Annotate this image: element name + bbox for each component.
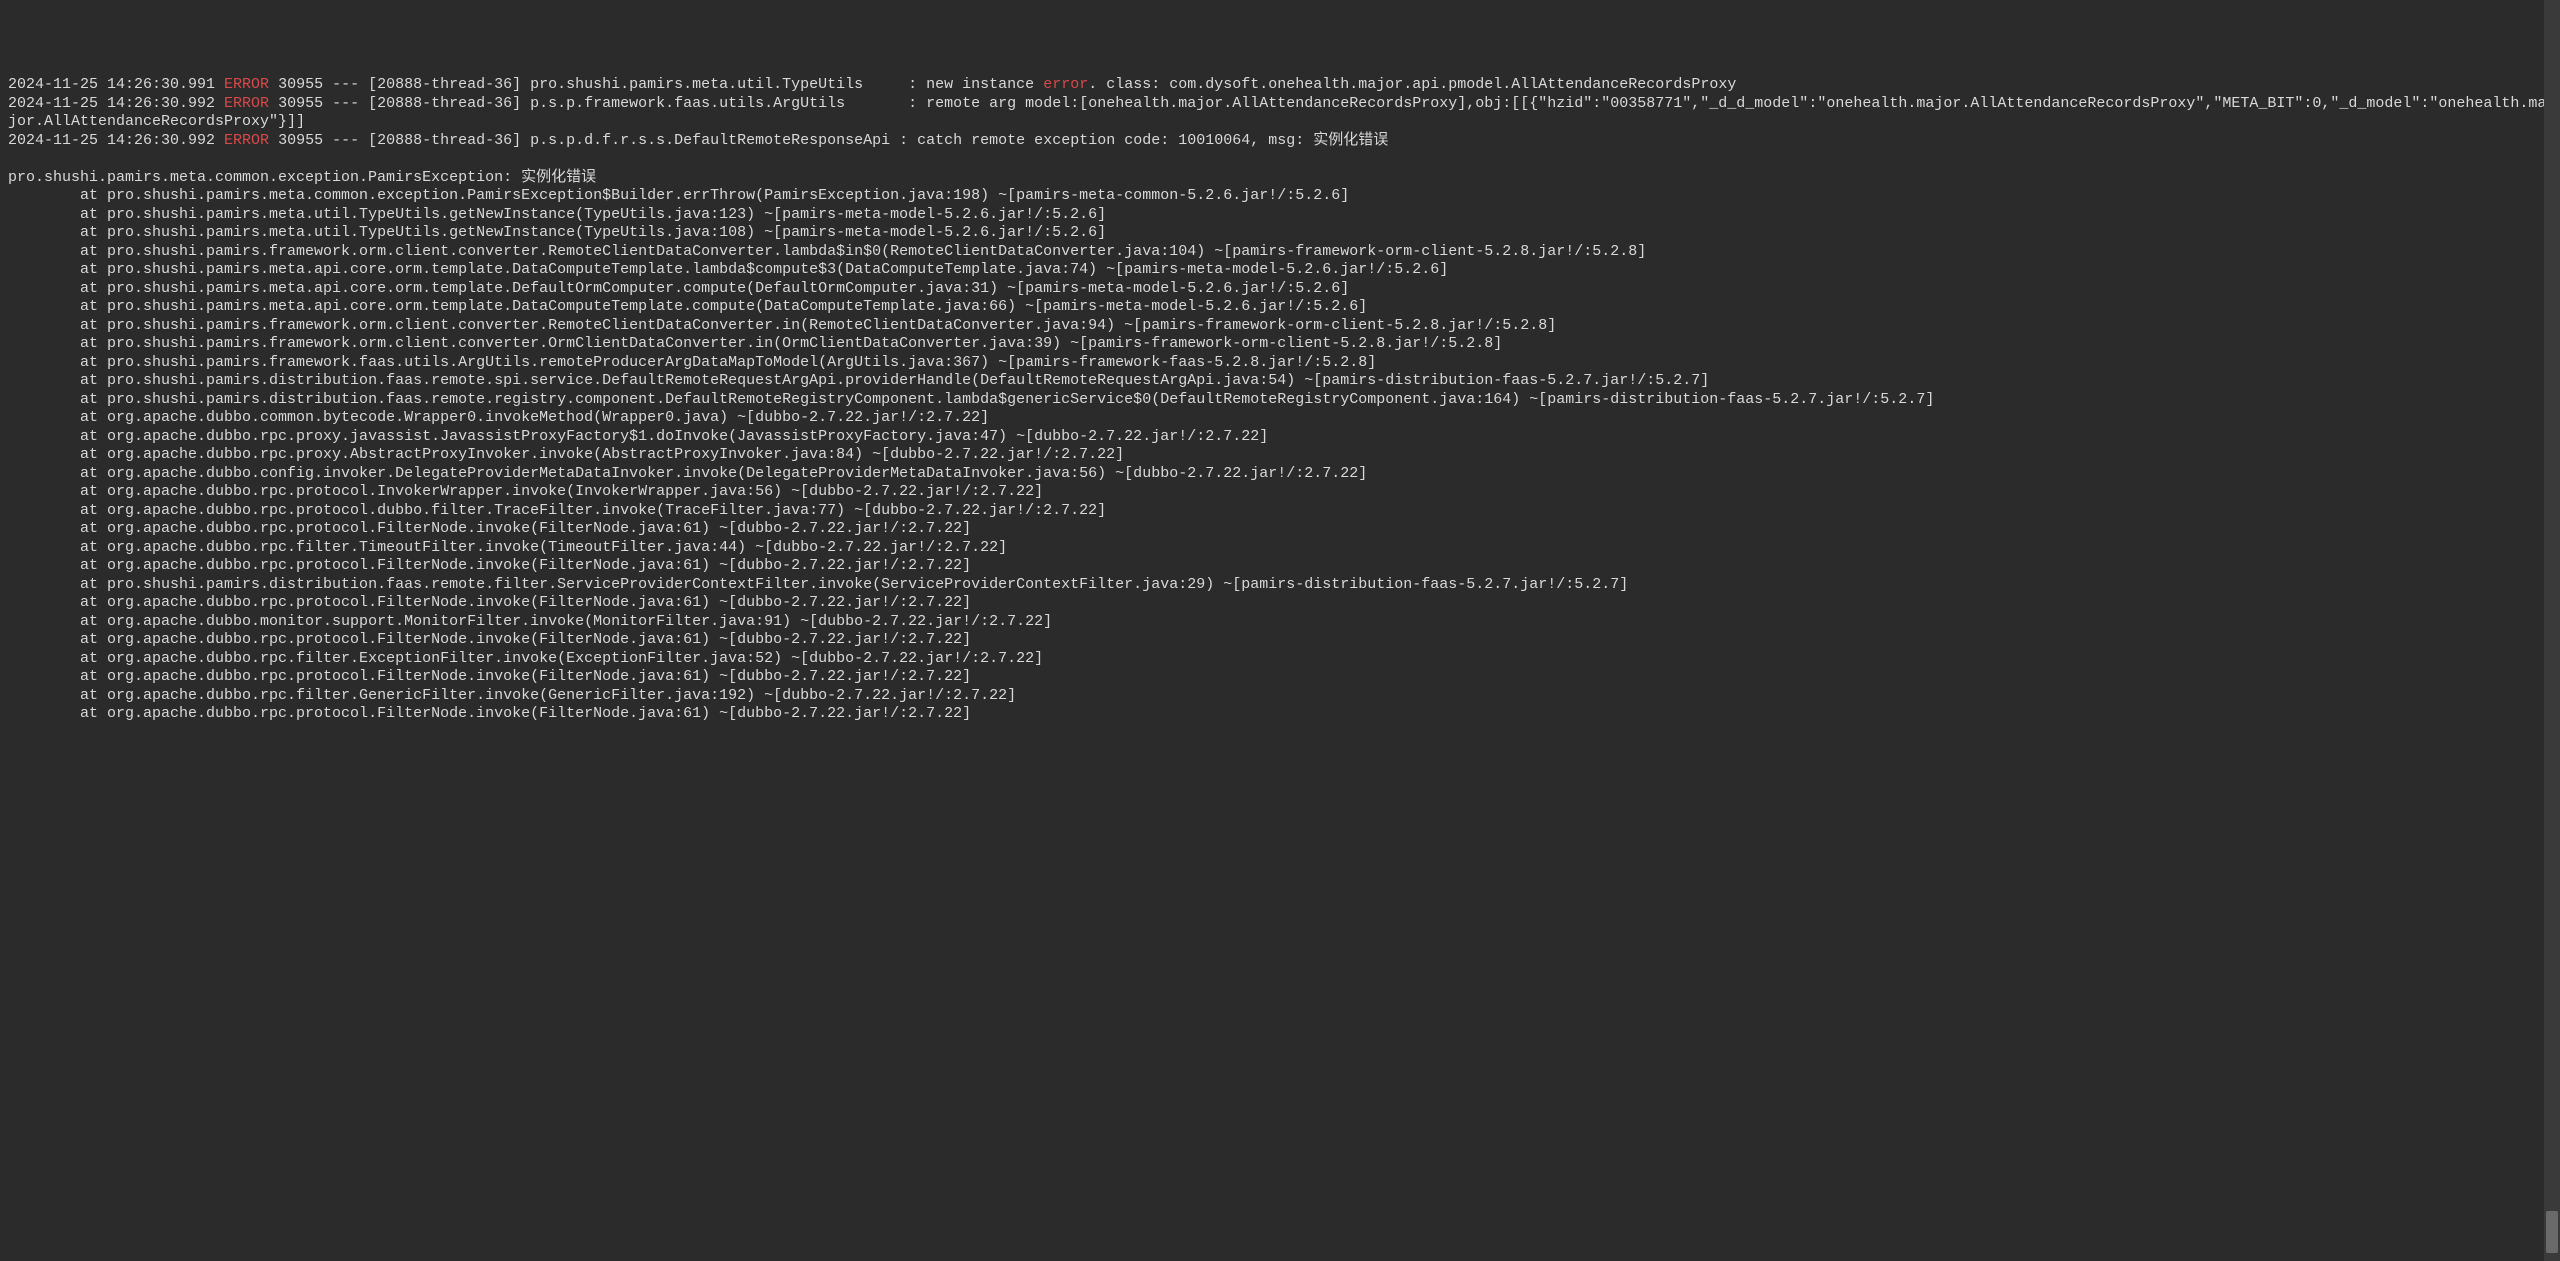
log-segment: at pro.shushi.pamirs.distribution.faas.r…	[8, 576, 1628, 593]
log-segment: at org.apache.dubbo.rpc.protocol.Invoker…	[8, 483, 1043, 500]
log-segment: at pro.shushi.pamirs.meta.api.core.orm.t…	[8, 261, 1448, 278]
log-segment: at org.apache.dubbo.rpc.proxy.AbstractPr…	[8, 446, 1124, 463]
scrollbar-thumb[interactable]	[2546, 1211, 2558, 1253]
log-segment: 2024-11-25 14:26:30.992	[8, 132, 224, 149]
log-segment: at org.apache.dubbo.rpc.protocol.FilterN…	[8, 594, 971, 611]
log-segment: ERROR	[224, 95, 269, 112]
log-segment: 30955 --- [20888-thread-36] pro.shushi.p…	[269, 76, 1043, 93]
log-segment: at org.apache.dubbo.rpc.protocol.FilterN…	[8, 520, 971, 537]
log-segment: at pro.shushi.pamirs.framework.orm.clien…	[8, 335, 1502, 352]
log-segment: at pro.shushi.pamirs.meta.api.core.orm.t…	[8, 298, 1367, 315]
log-segment: at pro.shushi.pamirs.meta.util.TypeUtils…	[8, 206, 1106, 223]
log-segment: at org.apache.dubbo.rpc.protocol.FilterN…	[8, 631, 971, 648]
vertical-scrollbar[interactable]	[2544, 0, 2560, 1261]
log-segment: at org.apache.dubbo.rpc.protocol.FilterN…	[8, 557, 971, 574]
log-segment: at pro.shushi.pamirs.framework.faas.util…	[8, 354, 1376, 371]
log-segment: at org.apache.dubbo.monitor.support.Moni…	[8, 613, 1052, 630]
log-segment: ERROR	[224, 76, 269, 93]
log-segment: 2024-11-25 14:26:30.992	[8, 95, 224, 112]
log-segment: at org.apache.dubbo.rpc.protocol.dubbo.f…	[8, 502, 1106, 519]
log-segment: at pro.shushi.pamirs.meta.common.excepti…	[8, 187, 1349, 204]
log-segment: at org.apache.dubbo.rpc.filter.Exception…	[8, 650, 1043, 667]
log-segment: at pro.shushi.pamirs.meta.api.core.orm.t…	[8, 280, 1349, 297]
log-segment: at org.apache.dubbo.rpc.proxy.javassist.…	[8, 428, 1268, 445]
log-segment: . class: com.dysoft.onehealth.major.api.…	[1088, 76, 1736, 93]
log-output[interactable]: 2024-11-25 14:26:30.991 ERROR 30955 --- …	[8, 76, 2552, 724]
log-segment: 30955 --- [20888-thread-36] p.s.p.framew…	[8, 95, 2546, 131]
log-segment: pro.shushi.pamirs.meta.common.exception.…	[8, 169, 596, 186]
log-segment: at pro.shushi.pamirs.framework.orm.clien…	[8, 243, 1646, 260]
log-segment: at pro.shushi.pamirs.framework.orm.clien…	[8, 317, 1556, 334]
log-segment: at org.apache.dubbo.rpc.protocol.FilterN…	[8, 668, 971, 685]
log-segment: at org.apache.dubbo.common.bytecode.Wrap…	[8, 409, 989, 426]
log-segment: at org.apache.dubbo.rpc.filter.TimeoutFi…	[8, 539, 1007, 556]
log-segment: at org.apache.dubbo.config.invoker.Deleg…	[8, 465, 1367, 482]
log-segment: 2024-11-25 14:26:30.991	[8, 76, 224, 93]
log-segment: at pro.shushi.pamirs.distribution.faas.r…	[8, 391, 1934, 408]
log-segment: at org.apache.dubbo.rpc.filter.GenericFi…	[8, 687, 1016, 704]
log-segment: 30955 --- [20888-thread-36] p.s.p.d.f.r.…	[269, 132, 1388, 149]
log-segment: ERROR	[224, 132, 269, 149]
log-segment: at pro.shushi.pamirs.meta.util.TypeUtils…	[8, 224, 1106, 241]
log-segment: error	[1043, 76, 1088, 93]
log-segment: at pro.shushi.pamirs.distribution.faas.r…	[8, 372, 1709, 389]
log-segment: at org.apache.dubbo.rpc.protocol.FilterN…	[8, 705, 971, 722]
